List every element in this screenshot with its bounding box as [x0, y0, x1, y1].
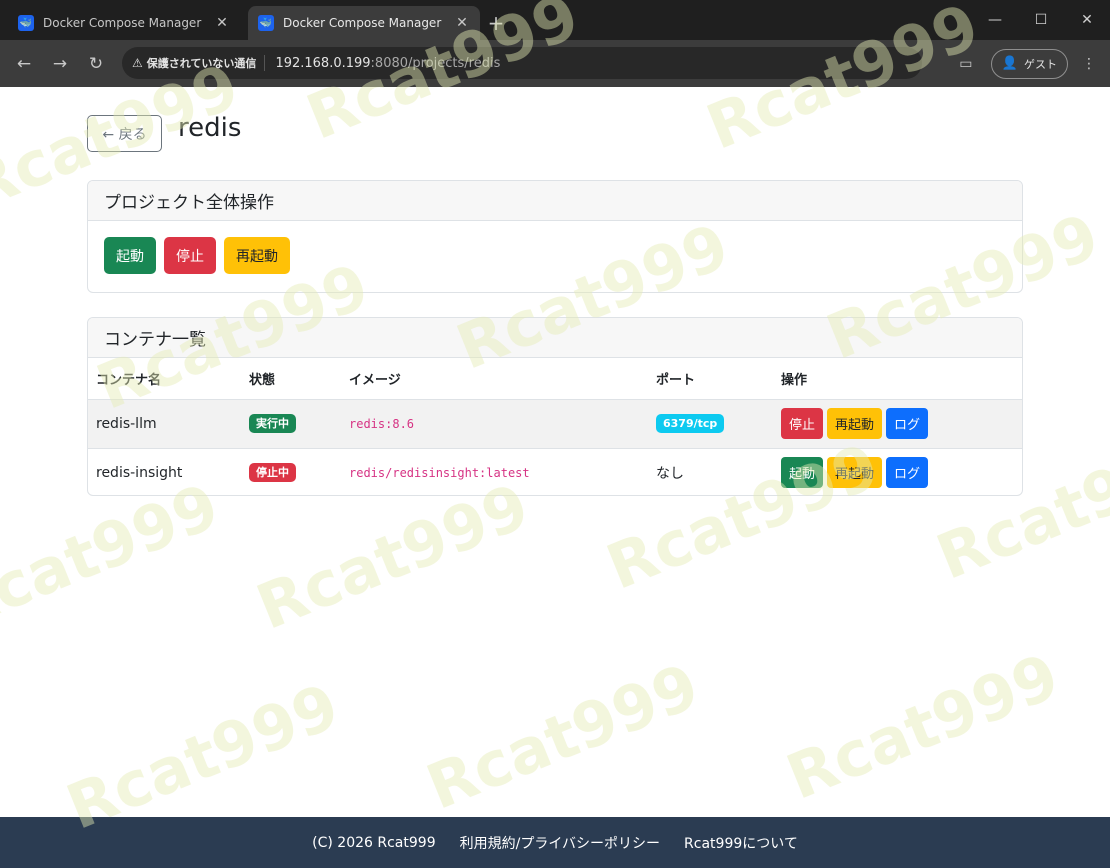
column-header-ops: 操作 [773, 358, 1022, 400]
browser-tab-1[interactable]: 🐳 Docker Compose Manager ✕ [8, 6, 240, 40]
column-header-name: コンテナ名 [88, 358, 241, 400]
maximize-icon[interactable]: ☐ [1018, 0, 1064, 40]
browser-tab-2[interactable]: 🐳 Docker Compose Manager ✕ [248, 6, 480, 40]
image-cell: redis:8.6 [341, 399, 648, 449]
container-list-card: コンテナ一覧 コンテナ名 状態 イメージ ポート 操作 redis-llm 実行… [87, 317, 1023, 496]
security-label: 保護されていない通信 [146, 57, 257, 70]
container-name: redis-insight [96, 464, 183, 481]
warning-triangle-icon: ⚠ [132, 56, 143, 70]
close-tab-icon[interactable]: ✕ [214, 15, 230, 31]
container-name: redis-llm [88, 399, 241, 449]
back-arrow-icon[interactable]: ← [6, 46, 42, 82]
footer-copyright: (C) 2026 Rcat999 [312, 834, 436, 851]
container-start-button[interactable]: 起動 [781, 457, 824, 488]
browser-right-controls: ▭ 👤 ゲスト ⋮ [951, 40, 1110, 87]
port-badge: 6379/tcp [656, 414, 725, 433]
status-cell: 停止中 [241, 448, 341, 495]
project-start-button[interactable]: 起動 [104, 237, 156, 274]
footer-terms-link[interactable]: 利用規約/プライバシーポリシー [460, 833, 660, 853]
project-ops-body: 起動 停止 再起動 [88, 221, 1022, 290]
page-footer: (C) 2026 Rcat999 利用規約/プライバシーポリシー Rcat999… [0, 817, 1110, 868]
row-actions: 起動 再起動 ログ [781, 457, 1014, 488]
status-cell: 実行中 [241, 399, 341, 449]
docker-icon: 🐳 [258, 15, 274, 31]
minimize-icon[interactable]: — [972, 0, 1018, 40]
project-ops-header: プロジェクト全体操作 [88, 181, 1022, 221]
image-cell: redis/redisinsight:latest [341, 448, 648, 495]
container-log-button[interactable]: ログ [886, 457, 929, 488]
back-button[interactable]: ← 戻る [87, 115, 162, 152]
table-header-row: コンテナ名 状態 イメージ ポート 操作 [88, 358, 1022, 400]
window-controls: — ☐ ✕ [972, 0, 1110, 40]
browser-tab-bar: 🐳 Docker Compose Manager ✕ 🐳 Docker Comp… [0, 0, 1110, 40]
cast-icon[interactable]: ▭ [951, 56, 981, 72]
page-content: ← 戻る redis プロジェクト全体操作 起動 停止 再起動 コンテナ一覧 コ… [0, 87, 1110, 817]
row-actions: 停止 再起動 ログ [781, 408, 1014, 439]
table-row: redis-insight 停止中 redis/redisinsight:lat… [88, 448, 1022, 495]
image-name: redis/redisinsight:latest [349, 465, 530, 480]
guest-profile-button[interactable]: 👤 ゲスト [990, 48, 1068, 79]
port-cell: 6379/tcp [648, 399, 773, 449]
ops-cell: 停止 再起動 ログ [773, 399, 1022, 449]
column-header-status: 状態 [241, 358, 341, 400]
close-window-icon[interactable]: ✕ [1064, 0, 1110, 40]
container-table: コンテナ名 状態 イメージ ポート 操作 redis-llm 実行中 redis… [88, 358, 1022, 495]
close-tab-icon[interactable]: ✕ [454, 15, 470, 31]
column-header-image: イメージ [341, 358, 648, 400]
url-path: :8080/projects/redis [370, 55, 501, 71]
reload-icon[interactable]: ↻ [78, 46, 114, 82]
url-text: 192.168.0.199:8080/projects/redis [275, 56, 500, 71]
status-badge: 実行中 [249, 414, 296, 433]
port-text: なし [656, 465, 684, 482]
security-indicator[interactable]: ⚠ 保護されていない通信 [132, 55, 266, 71]
column-header-port: ポート [648, 358, 773, 400]
address-bar[interactable]: ⚠ 保護されていない通信 192.168.0.199:8080/projects… [122, 47, 922, 79]
person-icon: 👤 [1001, 56, 1018, 71]
container-log-button[interactable]: ログ [886, 408, 929, 439]
footer-about-link[interactable]: Rcat999について [684, 833, 798, 853]
ops-cell: 起動 再起動 ログ [773, 448, 1022, 495]
container-list-header: コンテナ一覧 [88, 318, 1022, 358]
guest-label: ゲスト [1024, 57, 1057, 71]
status-badge: 停止中 [249, 463, 296, 482]
new-tab-icon[interactable]: + [480, 6, 512, 40]
image-name: redis:8.6 [349, 416, 415, 431]
container-stop-button[interactable]: 停止 [781, 408, 824, 439]
project-stop-button[interactable]: 停止 [164, 237, 216, 274]
container-restart-button[interactable]: 再起動 [827, 408, 883, 439]
table-row: redis-llm 実行中 redis:8.6 6379/tcp 停止 再起動 … [88, 399, 1022, 449]
project-restart-button[interactable]: 再起動 [224, 237, 290, 274]
project-ops-card: プロジェクト全体操作 起動 停止 再起動 [87, 180, 1023, 293]
browser-toolbar: ← → ↻ ⚠ 保護されていない通信 192.168.0.199:8080/pr… [0, 40, 1110, 87]
tab-title: Docker Compose Manager [43, 16, 202, 30]
url-host: 192.168.0.199 [275, 55, 371, 71]
forward-arrow-icon[interactable]: → [42, 46, 78, 82]
page-title: redis [178, 113, 242, 143]
tab-title: Docker Compose Manager [283, 16, 442, 30]
docker-icon: 🐳 [18, 15, 34, 31]
menu-kebab-icon[interactable]: ⋮ [1074, 56, 1104, 72]
container-restart-button[interactable]: 再起動 [827, 457, 883, 488]
